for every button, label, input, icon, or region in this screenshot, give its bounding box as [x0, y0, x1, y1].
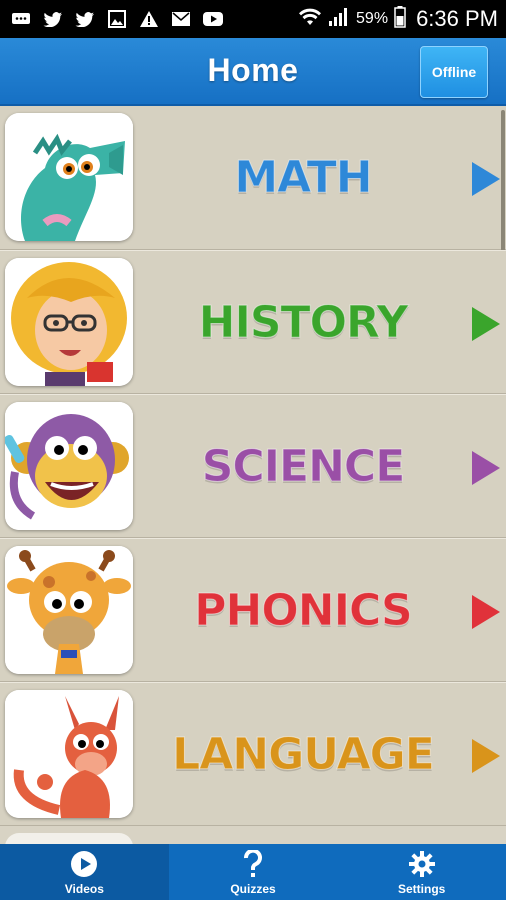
clock: 6:36 PM	[416, 6, 498, 31]
offline-button[interactable]: Offline	[420, 46, 488, 98]
tab-label: Settings	[398, 882, 446, 896]
twitter-icon	[42, 10, 64, 28]
giraffe-icon	[5, 546, 133, 674]
mail-icon	[170, 10, 192, 28]
app-header: Home Offline	[0, 38, 506, 106]
chevron-right-icon	[472, 162, 500, 196]
chevron-right-icon	[472, 595, 500, 629]
subject-label: MATH	[234, 152, 373, 204]
subject-label: SCIENCE	[201, 441, 406, 493]
signal-icon	[328, 7, 350, 32]
image-icon	[106, 10, 128, 28]
bottom-nav: Videos Quizzes Settings	[0, 844, 506, 900]
warning-icon	[138, 10, 160, 28]
battery-percentage: 59%	[356, 10, 389, 27]
list-item[interactable]	[0, 826, 506, 844]
status-bar: 59% 6:36 PM	[0, 0, 506, 38]
tab-videos[interactable]: Videos	[0, 844, 169, 900]
subject-row-history[interactable]: HISTORY	[0, 250, 506, 394]
subject-list[interactable]: MATH HISTORY SCIENCE PHONICS LANGUAGE	[0, 106, 506, 844]
subject-row-language[interactable]: LANGUAGE	[0, 682, 506, 826]
chevron-right-icon	[472, 451, 500, 485]
tab-label: Quizzes	[230, 882, 276, 896]
message-icon	[10, 10, 32, 28]
play-icon	[70, 849, 98, 879]
subject-row-math[interactable]: MATH	[0, 106, 506, 590]
subject-row-science[interactable]: SCIENCE	[0, 394, 506, 538]
tab-settings[interactable]: Settings	[337, 844, 506, 900]
seahorse-icon	[5, 113, 133, 241]
subject-label: PHONICS	[194, 585, 413, 637]
monkey-icon	[5, 402, 133, 530]
thumbnail	[5, 833, 133, 844]
subject-row-phonics[interactable]: PHONICS	[0, 538, 506, 682]
battery-icon	[394, 5, 406, 33]
subject-label: LANGUAGE	[172, 729, 436, 781]
question-icon	[243, 849, 263, 879]
chevron-right-icon	[472, 307, 500, 341]
teacher-icon	[5, 258, 133, 386]
tab-quizzes[interactable]: Quizzes	[169, 844, 338, 900]
subject-label: HISTORY	[198, 297, 409, 349]
kangaroo-icon	[5, 690, 133, 818]
youtube-icon	[202, 10, 224, 28]
tab-label: Videos	[64, 882, 104, 896]
twitter-icon	[74, 10, 96, 28]
wifi-icon	[298, 7, 322, 32]
gear-icon	[408, 849, 435, 879]
chevron-right-icon	[472, 739, 500, 773]
